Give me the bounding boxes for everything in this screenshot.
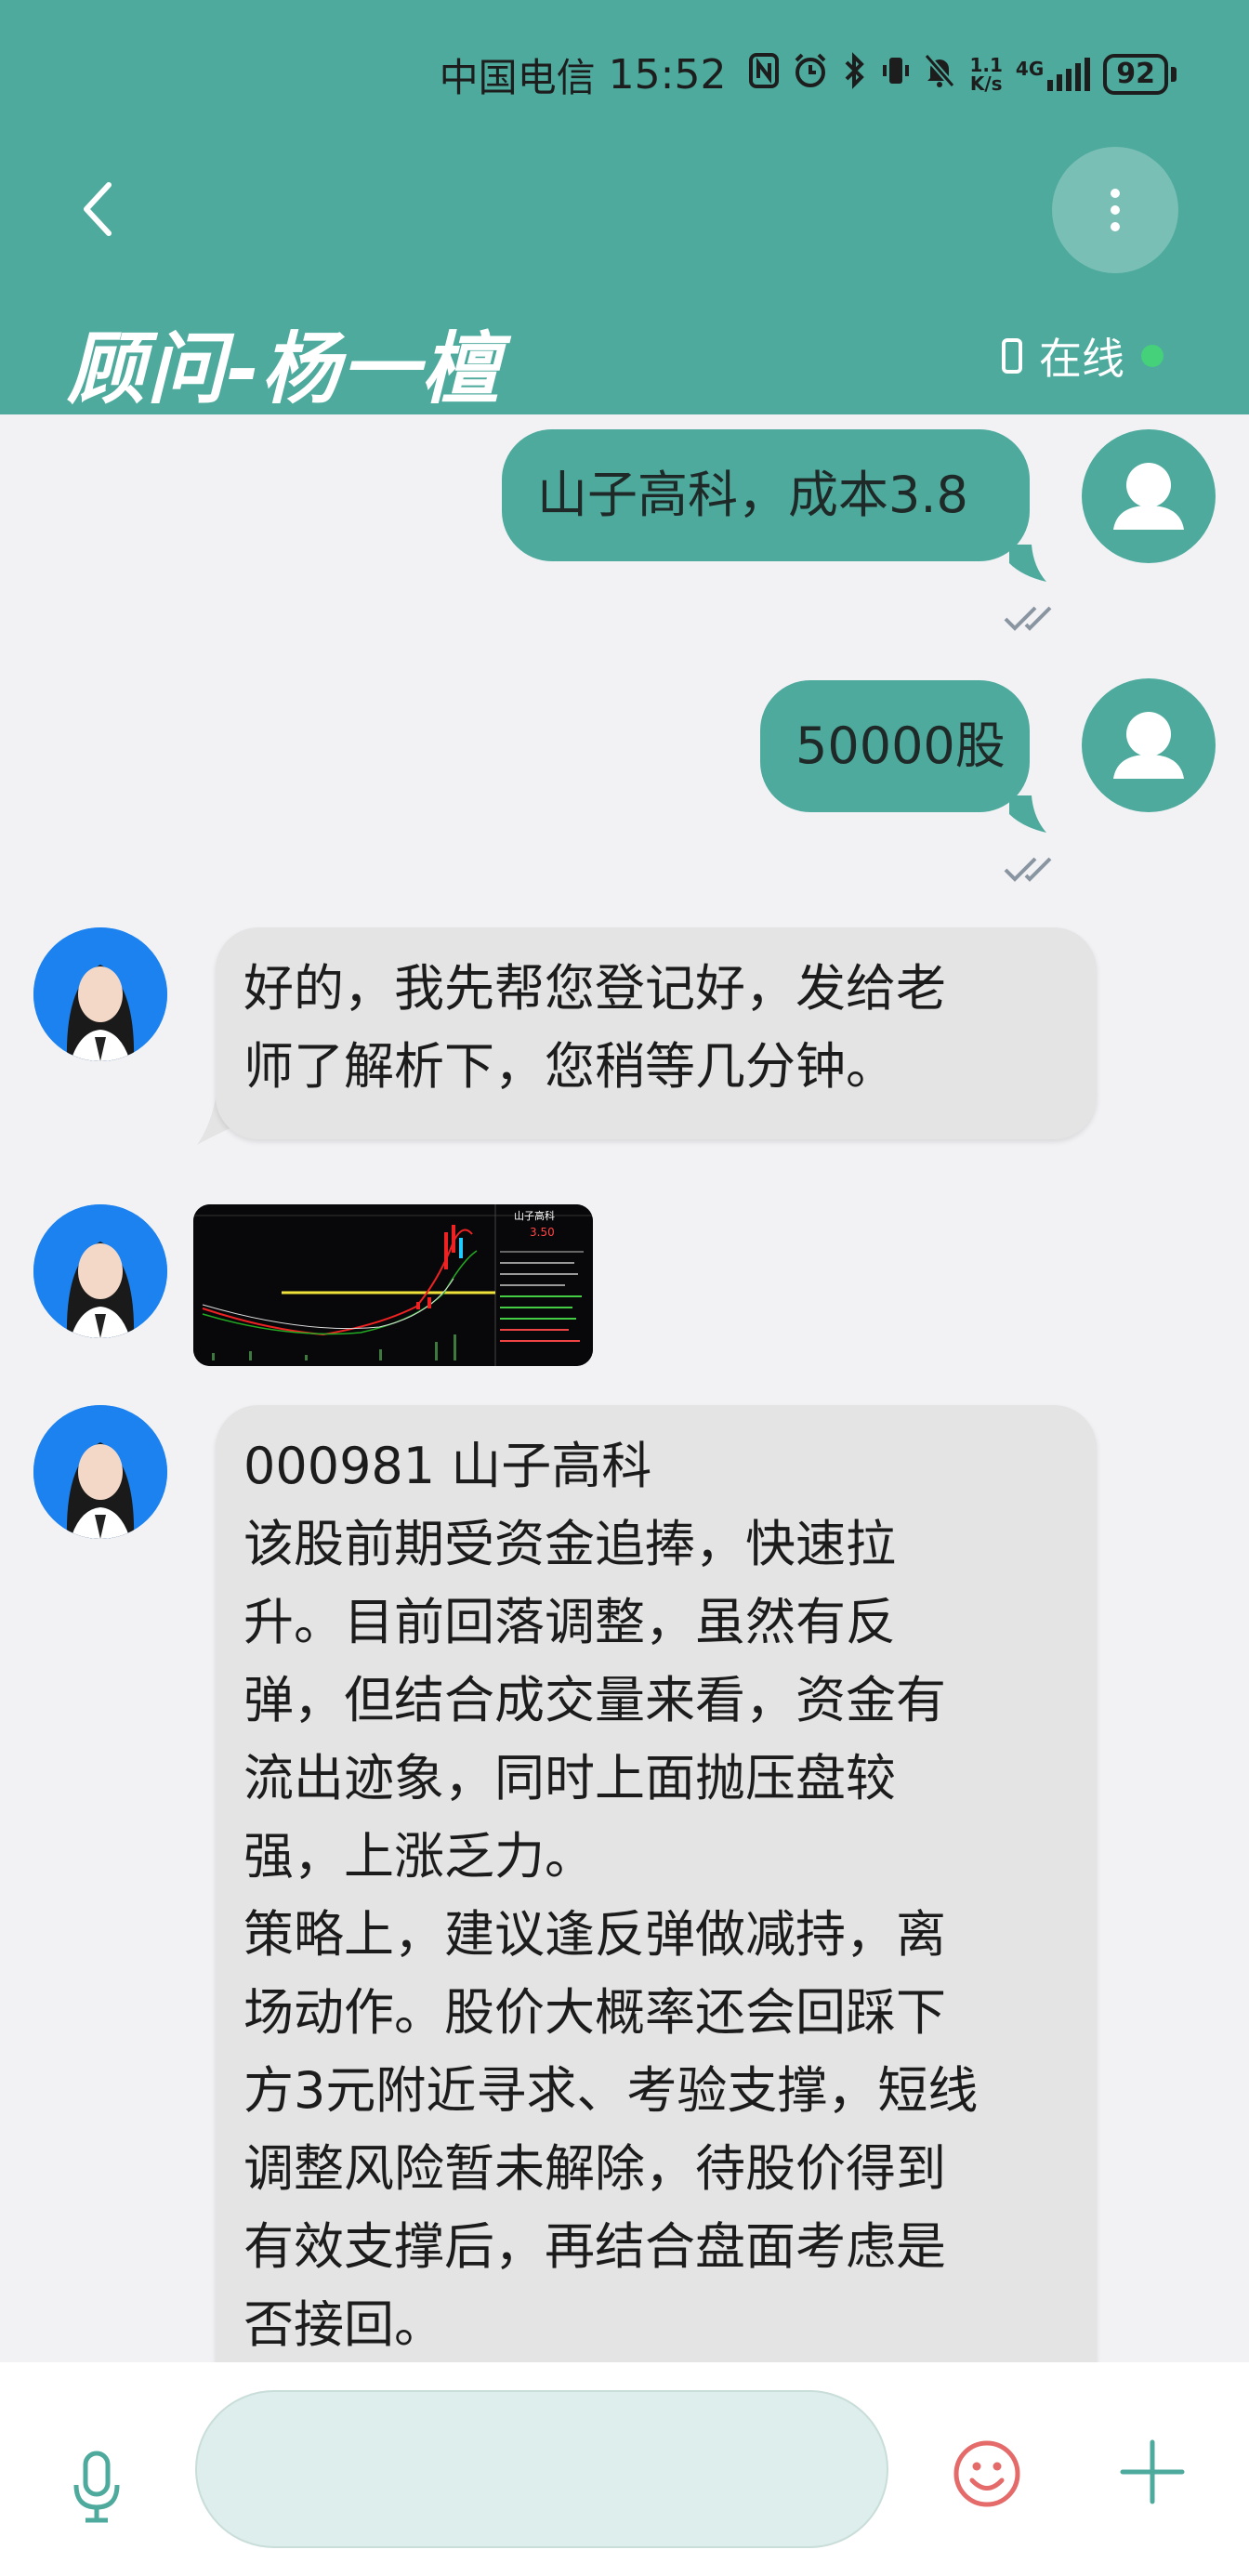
net-speed: 1.1 K/s — [969, 56, 1002, 93]
battery-icon: 92 — [1103, 54, 1177, 95]
signal-4g: 4G — [1015, 58, 1091, 91]
back-button[interactable] — [74, 177, 121, 242]
mute-icon — [923, 52, 956, 98]
candlestick-chart-icon: 山子高科 3.50 — [193, 1204, 593, 1366]
more-vertical-icon — [1111, 189, 1120, 231]
message-line: 流出迹象，同时上面抛压盘较 — [243, 1749, 896, 1807]
message-line: 场动作。股价大概率还会回踩下 — [243, 1983, 946, 2042]
chart-stock-price: 3.50 — [530, 1226, 555, 1239]
message-input[interactable] — [195, 2390, 888, 2548]
emoji-button[interactable] — [952, 2438, 1022, 2509]
microphone-icon — [73, 2451, 120, 2523]
network-type: 4G — [1015, 58, 1045, 80]
bubble-tail — [1009, 545, 1046, 582]
online-status: 在线 — [1002, 325, 1164, 387]
advisor-avatar[interactable] — [33, 927, 167, 1061]
message-line: 弹，但结合成交量来看，资金有 — [243, 1671, 946, 1729]
status-bar: 中国电信 15:52 1.1 K/s 4G 92 — [440, 37, 1177, 112]
net-speed-unit: K/s — [969, 72, 1003, 95]
double-check-icon — [1004, 606, 1052, 631]
advisor-avatar[interactable] — [33, 1405, 167, 1539]
signal-bars-icon — [1047, 58, 1091, 91]
message-composer — [0, 2362, 1249, 2576]
battery-level: 92 — [1103, 54, 1168, 95]
stock-chart-image[interactable]: 山子高科 3.50 — [193, 1204, 593, 1366]
attach-button[interactable] — [1119, 2438, 1186, 2505]
message-line: 否接回。 — [243, 2295, 444, 2354]
carrier-label: 中国电信 — [439, 54, 596, 100]
message-line: 师了解析下，您稍等几分钟。 — [243, 1037, 896, 1096]
advisor-avatar[interactable] — [33, 1204, 167, 1338]
message-line: 000981 山子高科 — [243, 1437, 652, 1495]
outgoing-message-bubble[interactable]: 50000股 — [760, 680, 1030, 812]
message-line: 好的，我先帮您登记好，发给老 — [243, 959, 946, 1018]
phone-device-icon — [1002, 338, 1022, 374]
voice-input-button[interactable] — [69, 2450, 125, 2524]
user-avatar[interactable] — [1082, 429, 1216, 563]
nfc-icon — [748, 52, 780, 98]
online-dot — [1141, 345, 1164, 367]
alarm-icon — [793, 52, 828, 98]
net-speed-value: 1.1 — [969, 54, 1003, 76]
outgoing-message-bubble[interactable]: 山子高科，成本3.8 — [502, 429, 1030, 561]
chat-header: 中国电信 15:52 1.1 K/s 4G 92 顾问-杨一檀 在线 — [0, 0, 1249, 414]
online-status-label: 在线 — [1039, 334, 1124, 384]
advisor-portrait-icon — [33, 1204, 167, 1338]
smiley-icon — [953, 2440, 1020, 2507]
status-time: 15:52 — [608, 50, 727, 99]
chevron-left-icon — [84, 182, 112, 236]
bluetooth-icon — [841, 51, 869, 98]
message-line: 调整风险暂未解除，待股价得到 — [243, 2139, 946, 2198]
message-line: 策略上，建议逢反弹做减持，离 — [243, 1905, 946, 1964]
message-line: 有效支撑后，再结合盘面考虑是 — [243, 2217, 946, 2276]
message-text: 50000股 — [795, 716, 1006, 775]
contact-name: 顾问-杨一檀 — [67, 323, 501, 414]
message-line: 强，上涨乏力。 — [243, 1827, 595, 1886]
vibrate-icon — [882, 52, 910, 98]
incoming-message-bubble[interactable]: 000981 山子高科 该股前期受资金追捧，快速拉 升。目前回落调整，虽然有反 … — [216, 1405, 1097, 2390]
bubble-tail — [1009, 795, 1046, 833]
message-line: 该股前期受资金追捧，快速拉 — [243, 1515, 896, 1573]
plus-icon — [1120, 2439, 1185, 2504]
double-check-icon — [1004, 857, 1052, 882]
advisor-portrait-icon — [33, 927, 167, 1061]
message-text: 山子高科，成本3.8 — [537, 466, 968, 524]
message-line: 升。目前回落调整，虽然有反 — [243, 1593, 896, 1651]
incoming-message-bubble[interactable]: 好的，我先帮您登记好，发给老 师了解析下，您稍等几分钟。 — [216, 927, 1097, 1139]
user-avatar[interactable] — [1082, 678, 1216, 812]
default-user-icon — [1113, 463, 1184, 530]
chart-stock-name: 山子高科 — [514, 1209, 555, 1222]
default-user-icon — [1113, 712, 1184, 779]
message-line: 方3元附近寻求、考验支撑，短线 — [243, 2061, 979, 2120]
more-options-button[interactable] — [1052, 147, 1178, 273]
advisor-portrait-icon — [33, 1405, 167, 1539]
